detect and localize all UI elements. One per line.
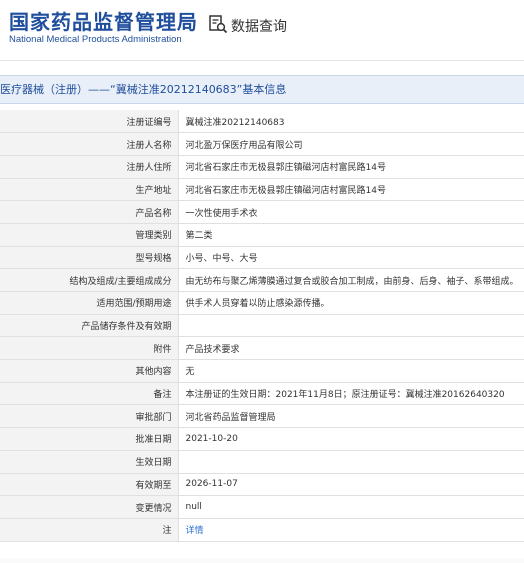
- info-row: 有效期至 2026-11-07: [0, 473, 524, 497]
- detail-link[interactable]: 详情: [186, 526, 204, 536]
- info-row: 备注 本注册证的生效日期：2021年11月8日；原注册证号：冀械注准2016264…: [0, 382, 524, 406]
- header-divider: [0, 60, 524, 61]
- info-row: 管理类别 第二类: [0, 223, 524, 247]
- info-value: 2021-10-20: [178, 427, 524, 451]
- info-row: 生产地址 河北省石家庄市无极县郭庄镇磁河店村富民路14号: [0, 178, 524, 202]
- info-label: 备注: [0, 382, 179, 406]
- info-row: 变更情况 null: [0, 495, 524, 519]
- record-info-table: 注册证编号 冀械注准20212140683 注册人名称 河北盈万保医疗用品有限公司 注册…: [0, 110, 524, 542]
- info-value: 2026-11-07: [178, 473, 524, 497]
- info-label: 注册人名称: [0, 132, 179, 156]
- info-label: 变更情况: [0, 495, 179, 519]
- info-value: 河北盈万保医疗用品有限公司: [178, 132, 524, 156]
- info-label: 生产地址: [0, 178, 179, 202]
- info-value: 第二类: [178, 223, 524, 247]
- info-value: 河北省石家庄市无极县郭庄镇磁河店村富民路14号: [178, 178, 524, 202]
- site-logo-cn[interactable]: 国家药品监督管理局: [9, 6, 198, 35]
- record-title: 医疗器械（注册）——“冀械注准20212140683”基本信息: [0, 75, 524, 104]
- info-value: 由无纺布与聚乙烯薄膜通过复合或胶合加工制成，由前身、后身、袖子、系带组成。: [178, 268, 524, 292]
- info-label: 产品储存条件及有效期: [0, 314, 179, 338]
- info-label: 管理类别: [0, 223, 179, 247]
- info-value: 无: [178, 359, 524, 383]
- info-value: 冀械注准20212140683: [178, 110, 524, 134]
- info-value: [178, 314, 524, 338]
- site-logo-en: National Medical Products Administration: [9, 34, 182, 45]
- info-value: 产品技术要求: [178, 336, 524, 361]
- info-value: [178, 450, 524, 474]
- data-search-label: 数据查询: [231, 19, 287, 35]
- info-value: 供手术人员穿着以防止感染源传播。: [178, 291, 524, 315]
- info-value: 本注册证的生效日期：2021年11月8日；原注册证号：冀械注准201626403…: [178, 382, 524, 406]
- info-label: 批准日期: [0, 427, 179, 451]
- info-label: 生效日期: [0, 450, 179, 474]
- document-search-icon: [208, 14, 231, 38]
- info-value: 详情: [178, 518, 524, 542]
- info-row: 其他内容无: [0, 359, 524, 383]
- info-row: 审批部门 河北省药品监督管理局: [0, 404, 524, 429]
- page-bottom: [0, 558, 524, 563]
- info-value: 一次性使用手术衣: [178, 200, 524, 224]
- info-row: 附件 产品技术要求: [0, 336, 524, 361]
- info-label: 审批部门: [0, 404, 179, 429]
- info-row: 批准日期 2021-10-20: [0, 427, 524, 451]
- info-value: 河北省石家庄市无极县郭庄镇磁河店村富民路14号: [178, 155, 524, 179]
- info-value: 小号、中号、大号: [178, 246, 524, 270]
- info-label: 型号规格: [0, 246, 179, 270]
- info-label: 适用范围/预期用途: [0, 291, 179, 315]
- info-row: 产品储存条件及有效期: [0, 314, 524, 338]
- info-row: 注册人住所 河北省石家庄市无极县郭庄镇磁河店村富民路14号: [0, 155, 524, 179]
- info-label: 注册人住所: [0, 155, 179, 179]
- info-label: 附件: [0, 336, 179, 361]
- info-row: 适用范围/预期用途 供手术人员穿着以防止感染源传播。: [0, 291, 524, 315]
- info-row: 生效日期: [0, 450, 524, 474]
- info-label: 其他内容: [0, 359, 179, 383]
- info-row: 注册证编号 冀械注准20212140683: [0, 110, 524, 134]
- info-row: 型号规格 小号、中号、大号: [0, 246, 524, 270]
- data-search-link[interactable]: 数据查询: [208, 14, 287, 38]
- info-label: 产品名称: [0, 200, 179, 224]
- info-label: 注册证编号: [0, 110, 179, 134]
- info-value: null: [178, 495, 524, 519]
- info-label: 注: [0, 518, 179, 542]
- info-label: 有效期至: [0, 473, 179, 497]
- info-value: 河北省药品监督管理局: [178, 404, 524, 429]
- info-row: 产品名称 一次性使用手术衣: [0, 200, 524, 224]
- info-row: 结构及组成/主要组成成分 由无纺布与聚乙烯薄膜通过复合或胶合加工制成，由前身、后身…: [0, 268, 524, 292]
- info-label: 结构及组成/主要组成成分: [0, 268, 179, 292]
- info-row: 注详情: [0, 518, 524, 542]
- site-header: 国家药品监督管理局 National Medical Products Admi…: [0, 0, 524, 60]
- info-row: 注册人名称 河北盈万保医疗用品有限公司: [0, 132, 524, 156]
